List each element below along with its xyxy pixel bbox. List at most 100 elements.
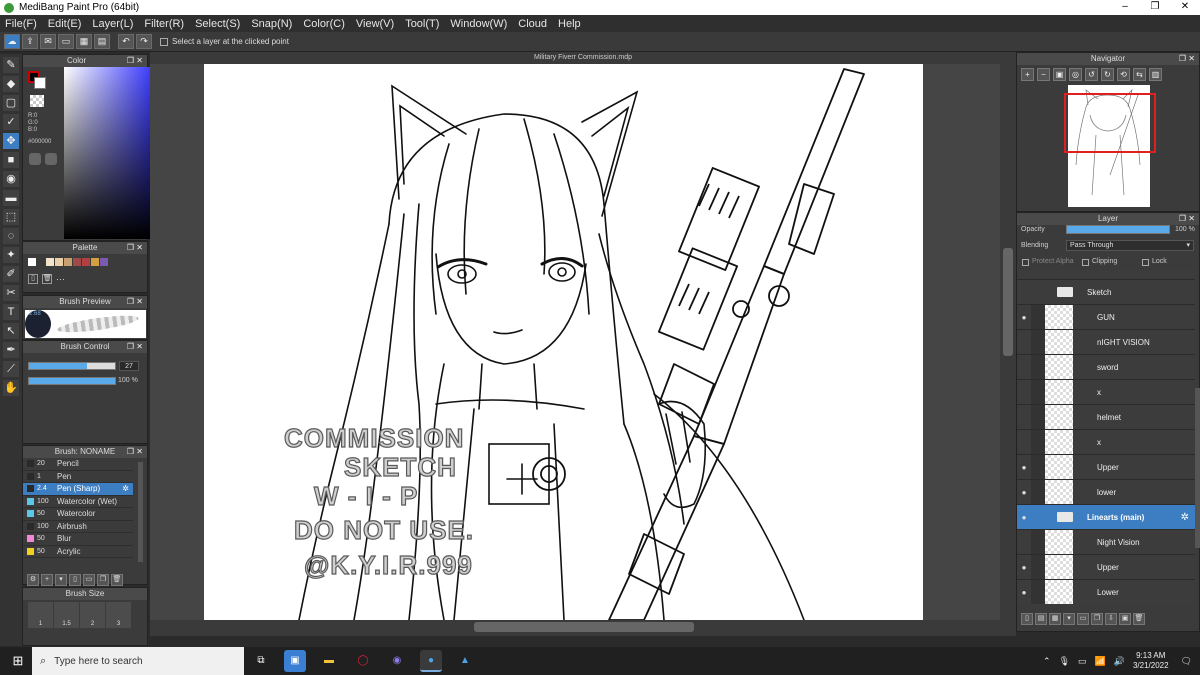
saturation-value-picker[interactable] bbox=[64, 67, 154, 239]
brush-size-cell[interactable]: 2 bbox=[80, 602, 105, 628]
menu-edit[interactable]: Edit(E) bbox=[48, 18, 82, 30]
layout-icon[interactable]: ▤ bbox=[94, 34, 110, 49]
layer-row[interactable]: ● GUN bbox=[1017, 305, 1195, 330]
protect-alpha-checkbox[interactable] bbox=[1022, 259, 1029, 266]
menu-color[interactable]: Color(C) bbox=[303, 18, 345, 30]
layer-row[interactable]: ● Upper bbox=[1017, 555, 1195, 580]
layer-row[interactable]: x bbox=[1017, 430, 1195, 455]
messenger-icon[interactable]: ◉ bbox=[386, 650, 408, 672]
menu-snap[interactable]: Snap(N) bbox=[251, 18, 292, 30]
new-palette-icon[interactable]: ▯ bbox=[28, 274, 38, 284]
rotate-right-icon[interactable]: ↻ bbox=[1101, 67, 1114, 81]
rotate-left-icon[interactable]: ↺ bbox=[1085, 67, 1098, 81]
brush-item[interactable]: 100 Watercolor (Wet) bbox=[23, 496, 133, 508]
layer-row[interactable]: Night Vision bbox=[1017, 530, 1195, 555]
brush-size-slider[interactable] bbox=[28, 362, 116, 370]
palette-swatch[interactable] bbox=[55, 258, 63, 266]
folder-icon[interactable]: ▭ bbox=[83, 574, 95, 586]
eyedropper-tool-icon[interactable]: ✒ bbox=[3, 342, 19, 358]
microphone-icon[interactable]: 🎙 bbox=[1059, 656, 1070, 667]
brush-item[interactable]: 20 Pencil bbox=[23, 458, 133, 471]
visibility-eye-icon[interactable]: ● bbox=[1017, 313, 1031, 322]
layer-opacity-slider[interactable] bbox=[1066, 225, 1170, 234]
undo-icon[interactable]: ↶ bbox=[118, 34, 134, 49]
delete-brush-icon[interactable]: 🗑 bbox=[111, 574, 123, 586]
brush-size-cell[interactable]: 1 bbox=[28, 602, 53, 628]
menu-cloud[interactable]: Cloud bbox=[518, 18, 547, 30]
new-folder-icon[interactable]: ▭ bbox=[1077, 613, 1089, 625]
panel-close-icon[interactable]: ❐ ✕ bbox=[127, 296, 143, 308]
brush-item[interactable]: 50 Watercolor bbox=[23, 508, 133, 521]
windows-start-icon[interactable]: ⊞ bbox=[4, 647, 32, 675]
panel-close-icon[interactable]: ❐ ✕ bbox=[127, 242, 143, 254]
brush-list-scrollbar[interactable] bbox=[138, 462, 143, 562]
brush-menu-icon[interactable]: ▾ bbox=[55, 574, 67, 586]
bucket-tool-icon[interactable]: ◉ bbox=[3, 171, 19, 187]
select-tool-icon[interactable]: ⬚ bbox=[3, 209, 19, 225]
palette-swatch[interactable] bbox=[73, 258, 81, 266]
select-pen-tool-icon[interactable]: ✐ bbox=[3, 266, 19, 282]
menu-window[interactable]: Window(W) bbox=[450, 18, 507, 30]
canvas-horizontal-scrollbar[interactable] bbox=[150, 620, 1016, 636]
flip-icon[interactable]: ⇆ bbox=[1133, 67, 1146, 81]
duplicate-icon[interactable]: ❐ bbox=[97, 574, 109, 586]
network-icon[interactable]: 📶 bbox=[1095, 656, 1106, 667]
visibility-eye-icon[interactable]: ● bbox=[1017, 463, 1031, 472]
menu-select[interactable]: Select(S) bbox=[195, 18, 240, 30]
navigator-extra-icon[interactable]: ▥ bbox=[1149, 67, 1162, 81]
background-color-swatch[interactable] bbox=[34, 77, 46, 89]
comment-icon[interactable]: ✉ bbox=[40, 34, 56, 49]
add-brush-icon[interactable]: + bbox=[41, 574, 53, 586]
copy-brush-icon[interactable]: ▯ bbox=[69, 574, 81, 586]
color-history-icon[interactable] bbox=[45, 153, 57, 165]
fill-rect-tool-icon[interactable]: ■ bbox=[3, 152, 19, 168]
select-eraser-tool-icon[interactable]: ✂ bbox=[3, 285, 19, 301]
transparent-swatch[interactable] bbox=[30, 95, 44, 107]
grid-icon[interactable]: ▦ bbox=[76, 34, 92, 49]
notifications-icon[interactable]: 🗨 bbox=[1181, 656, 1192, 667]
canvas-vertical-scrollbar[interactable] bbox=[1000, 64, 1016, 620]
redo-icon[interactable]: ↷ bbox=[136, 34, 152, 49]
opera-icon[interactable]: ◯ bbox=[352, 650, 374, 672]
layer-properties-icon[interactable]: ▣ bbox=[1119, 613, 1131, 625]
palette-more[interactable]: ··· bbox=[56, 274, 65, 284]
zoom-reset-icon[interactable]: ◎ bbox=[1069, 67, 1082, 81]
panel-close-icon[interactable]: ❐ ✕ bbox=[127, 446, 143, 458]
cloud-icon[interactable]: ☁ bbox=[4, 34, 20, 49]
layer-row-partial[interactable] bbox=[1017, 270, 1195, 280]
visibility-eye-icon[interactable]: ● bbox=[1017, 488, 1031, 497]
panel-close-icon[interactable]: ❐ ✕ bbox=[1179, 213, 1195, 225]
menu-layer[interactable]: Layer(L) bbox=[92, 18, 133, 30]
new-8bit-layer-icon[interactable]: ▦ bbox=[1049, 613, 1061, 625]
layer-row[interactable]: sword bbox=[1017, 355, 1195, 380]
divide-tool-icon[interactable]: ⟋ bbox=[3, 361, 19, 377]
minimize-button[interactable]: – bbox=[1110, 0, 1140, 15]
navigator-viewport-rect[interactable] bbox=[1064, 93, 1156, 153]
visibility-eye-icon[interactable]: ● bbox=[1017, 513, 1031, 522]
task-view-icon[interactable]: ⧉ bbox=[250, 650, 272, 672]
menu-view[interactable]: View(V) bbox=[356, 18, 394, 30]
display-icon[interactable]: ▭ bbox=[58, 34, 74, 49]
magic-wand-tool-icon[interactable]: ✦ bbox=[3, 247, 19, 263]
brush-opacity-slider[interactable] bbox=[28, 377, 116, 385]
hand-tool-icon[interactable]: ✋ bbox=[3, 380, 19, 396]
layer-menu-icon[interactable]: ▾ bbox=[1063, 613, 1075, 625]
merge-layer-icon[interactable]: ⇩ bbox=[1105, 613, 1117, 625]
brush-item[interactable]: 2.4 Pen (Sharp) ✲ bbox=[23, 483, 133, 496]
panel-close-icon[interactable]: ❐ ✕ bbox=[127, 55, 143, 67]
layer-row[interactable]: ● Upper bbox=[1017, 455, 1195, 480]
eraser-tool-icon[interactable]: ◆ bbox=[3, 76, 19, 92]
chrome-icon[interactable]: ● bbox=[420, 650, 442, 672]
color-wheel-icon[interactable] bbox=[29, 153, 41, 165]
palette-swatch[interactable] bbox=[28, 258, 36, 266]
layer-folder-row[interactable]: ● Linearts (main) ✲ bbox=[1017, 505, 1195, 530]
palette-swatch[interactable] bbox=[37, 258, 45, 266]
layer-row[interactable]: nIGHT VISION bbox=[1017, 330, 1195, 355]
gradient-tool-icon[interactable]: ▬ bbox=[3, 190, 19, 206]
layer-row[interactable]: helmet bbox=[1017, 405, 1195, 430]
move-tool-icon[interactable]: ✥ bbox=[3, 133, 19, 149]
menu-filter[interactable]: Filter(R) bbox=[144, 18, 184, 30]
medibang-taskbar-icon[interactable]: ▲ bbox=[454, 650, 476, 672]
lock-checkbox[interactable] bbox=[1142, 259, 1149, 266]
palette-swatch[interactable] bbox=[91, 258, 99, 266]
